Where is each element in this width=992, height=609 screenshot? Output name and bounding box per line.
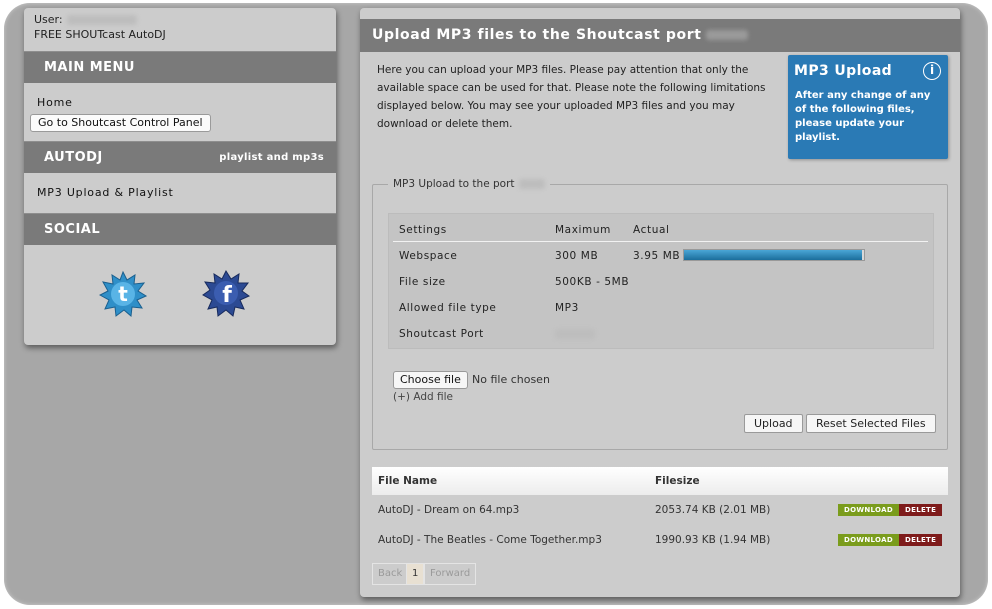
filesize-header: Filesize — [655, 475, 700, 487]
social-heading-label: SOCIAL — [44, 222, 101, 237]
autodj-heading-label: AUTODJ — [44, 150, 103, 165]
delete-button[interactable]: DELETE — [899, 504, 943, 516]
webspace-progress-fill — [684, 250, 863, 260]
page-title: Upload MP3 files to the Shoutcast port — [360, 19, 960, 52]
user-label: User: — [34, 13, 63, 26]
main-menu-heading: MAIN MENU — [24, 51, 336, 83]
user-line: User: — [34, 13, 137, 26]
add-file-link[interactable]: (+) Add file — [393, 391, 453, 403]
intro-text: Here you can upload your MP3 files. Plea… — [377, 64, 766, 130]
legend-port-redacted — [518, 179, 545, 189]
file-size: 1990.93 KB (1.94 MB) — [655, 534, 771, 546]
svg-text:t: t — [118, 282, 128, 306]
settings-header: Settings — [399, 224, 447, 236]
filesize-label: File size — [399, 276, 446, 288]
username-redacted — [66, 15, 137, 25]
upload-button[interactable]: Upload — [744, 414, 803, 433]
main-panel: Upload MP3 files to the Shoutcast port H… — [360, 8, 960, 597]
page-title-text: Upload MP3 files to the Shoutcast port — [372, 27, 702, 43]
twitter-icon[interactable]: t — [99, 270, 147, 318]
webspace-actual: 3.95 MB — [633, 250, 681, 262]
port-label: Shoutcast Port — [399, 328, 484, 340]
download-button[interactable]: DOWNLOAD — [838, 504, 899, 516]
download-button[interactable]: DOWNLOAD — [838, 534, 899, 546]
fieldset-legend-text: MP3 Upload to the port — [393, 178, 515, 190]
autodj-heading: AUTODJ playlist and mp3s — [24, 141, 336, 173]
pager-forward-button[interactable]: Forward — [424, 563, 477, 585]
filetype-max: MP3 — [555, 302, 579, 314]
facebook-icon[interactable]: f — [202, 269, 250, 317]
delete-button[interactable]: DELETE — [899, 534, 943, 546]
info-box-text: After any change of any of the following… — [795, 90, 931, 143]
info-box-title: MP3 Upload — [794, 63, 893, 79]
reset-files-button[interactable]: Reset Selected Files — [806, 414, 936, 433]
sidebar: User: FREE SHOUTcast AutoDJ MAIN MENU Ho… — [24, 8, 336, 345]
file-name: AutoDJ - The Beatles - Come Together.mp3 — [378, 534, 602, 546]
actual-header: Actual — [633, 224, 670, 236]
files-table-header: File Name Filesize — [372, 467, 948, 495]
no-file-text: No file chosen — [472, 373, 550, 386]
mp3-upload-playlist-link[interactable]: MP3 Upload & Playlist — [37, 186, 174, 199]
table-row: AutoDJ - Dream on 64.mp3 2053.74 KB (2.0… — [372, 495, 948, 525]
port-value-redacted — [555, 329, 595, 339]
webspace-max: 300 MB — [555, 250, 599, 262]
filetype-label: Allowed file type — [399, 302, 497, 314]
filename-header: File Name — [378, 475, 438, 487]
social-heading: SOCIAL — [24, 213, 336, 245]
webspace-progress-bar — [683, 249, 865, 261]
choose-file-button[interactable]: Choose file — [393, 371, 468, 389]
product-name: FREE SHOUTcast AutoDJ — [34, 28, 166, 41]
fieldset-legend: MP3 Upload to the port — [388, 178, 550, 190]
home-link[interactable]: Home — [37, 96, 73, 109]
info-icon: i — [923, 62, 941, 80]
pager-page-1[interactable]: 1 — [406, 563, 425, 585]
maximum-header: Maximum — [555, 224, 611, 236]
port-value — [555, 328, 595, 340]
settings-divider — [393, 241, 928, 242]
pager-back-button[interactable]: Back — [372, 563, 409, 585]
filesize-max: 500KB - 5MB — [555, 276, 630, 288]
main-menu-heading-label: MAIN MENU — [44, 60, 135, 75]
webspace-label: Webspace — [399, 250, 458, 262]
table-row: AutoDJ - The Beatles - Come Together.mp3… — [372, 525, 948, 555]
autodj-subheading: playlist and mp3s — [219, 152, 324, 163]
file-name: AutoDJ - Dream on 64.mp3 — [378, 504, 520, 516]
file-size: 2053.74 KB (2.01 MB) — [655, 504, 771, 516]
port-redacted — [705, 30, 748, 40]
settings-table: Settings Maximum Actual Webspace 300 MB … — [388, 213, 934, 349]
control-panel-button[interactable]: Go to Shoutcast Control Panel — [30, 114, 211, 132]
info-box: MP3 Upload i After any change of any of … — [788, 55, 948, 159]
svg-text:f: f — [222, 283, 232, 308]
